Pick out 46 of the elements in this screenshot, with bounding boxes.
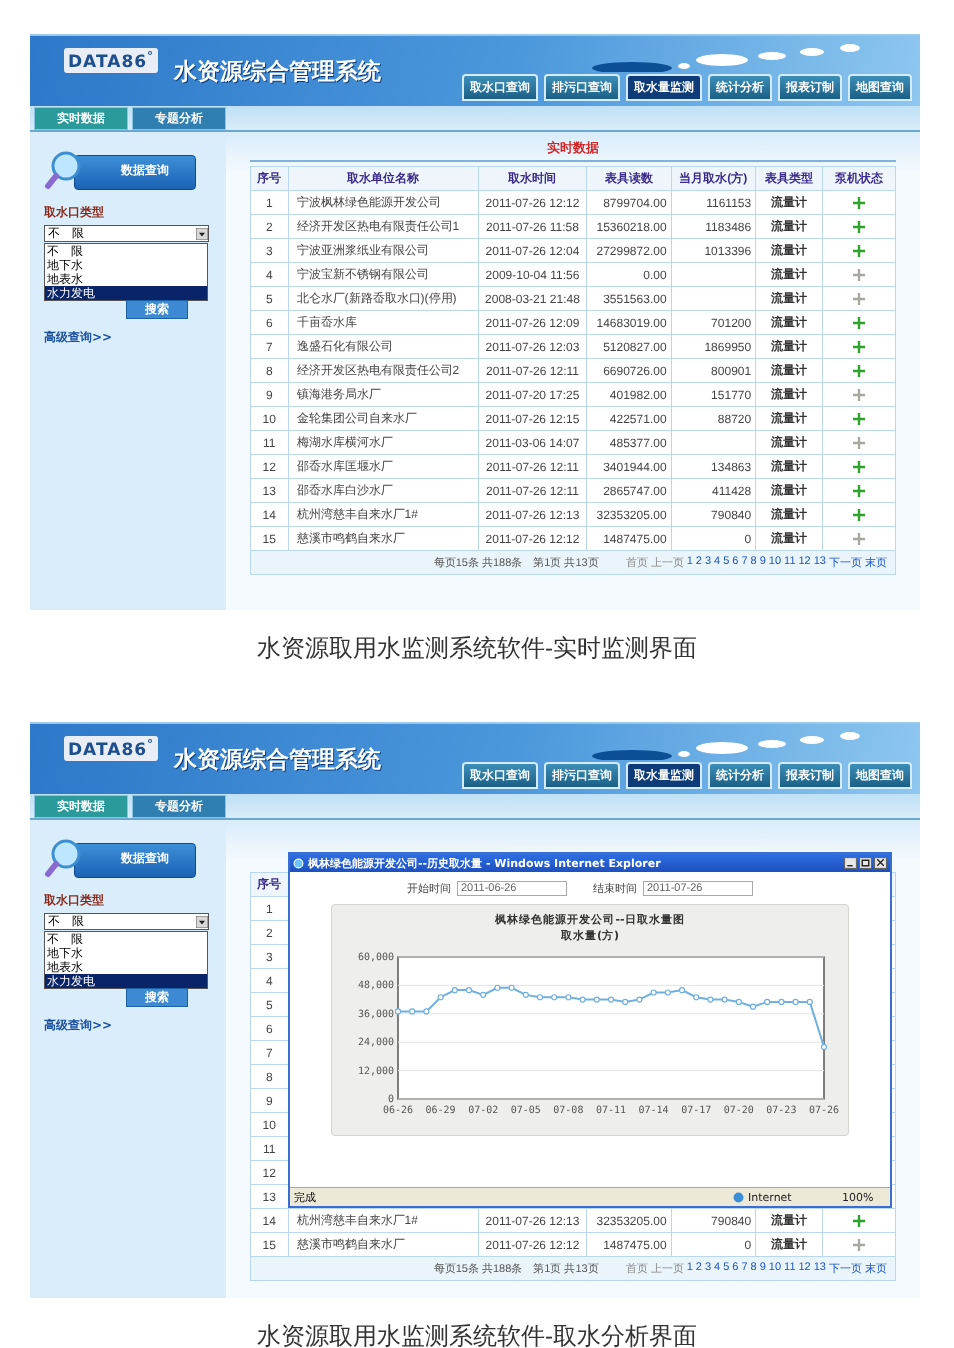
- chart-point: [508, 984, 515, 991]
- chart-point: [465, 987, 473, 994]
- chart-point: [565, 994, 572, 1001]
- chart-point: [423, 1008, 430, 1015]
- chart-point: [792, 998, 799, 1006]
- chart-point: [707, 996, 714, 1003]
- chart-point: [394, 1008, 402, 1015]
- caption: 水资源取用水监测系统软件-实时监测界面: [255, 632, 699, 666]
- chart-point: [820, 1043, 828, 1051]
- chart-point: [593, 996, 600, 1003]
- chart-point: [451, 987, 458, 994]
- chart-point: [437, 994, 444, 1001]
- minimize-icon[interactable]: [844, 857, 857, 869]
- chart-point: [607, 996, 615, 1003]
- magnifier-icon: [44, 838, 84, 878]
- chart-point: [636, 996, 643, 1003]
- chart-point: [693, 994, 700, 1001]
- caption: 水资源取用水监测系统软件-取水分析界面: [255, 1320, 699, 1348]
- logo: DATA86$^{°}$: [64, 48, 159, 73]
- close-icon[interactable]: [874, 857, 887, 869]
- globe-icon: [733, 1191, 744, 1203]
- chart-point: [735, 998, 742, 1006]
- chart-point: [494, 984, 501, 991]
- chart-point: [522, 991, 529, 998]
- chart-point: [622, 998, 629, 1006]
- chart-point: [551, 994, 558, 1001]
- chart-point: [579, 996, 586, 1003]
- chart-point: [650, 989, 657, 996]
- magnifier-icon: [44, 150, 84, 190]
- app-title: 水资源综合管理系统: [174, 745, 382, 775]
- chart-point: [678, 987, 686, 994]
- chart-point: [664, 989, 671, 996]
- caret-icon: [196, 227, 208, 240]
- app-title: 水资源综合管理系统: [174, 57, 382, 87]
- chart-point: [721, 996, 728, 1003]
- caret-icon: [196, 915, 208, 928]
- globe-icon: [293, 857, 304, 869]
- chart-point: [806, 998, 813, 1006]
- maximize-icon[interactable]: [859, 857, 872, 869]
- logo: DATA86$^{°}$: [64, 736, 159, 761]
- chart-point: [409, 1008, 416, 1015]
- chart-point: [480, 991, 487, 998]
- chart-point: [749, 1003, 757, 1010]
- chart-point: [764, 998, 771, 1006]
- chart-point: [536, 994, 544, 1001]
- chart-point: [778, 998, 785, 1006]
